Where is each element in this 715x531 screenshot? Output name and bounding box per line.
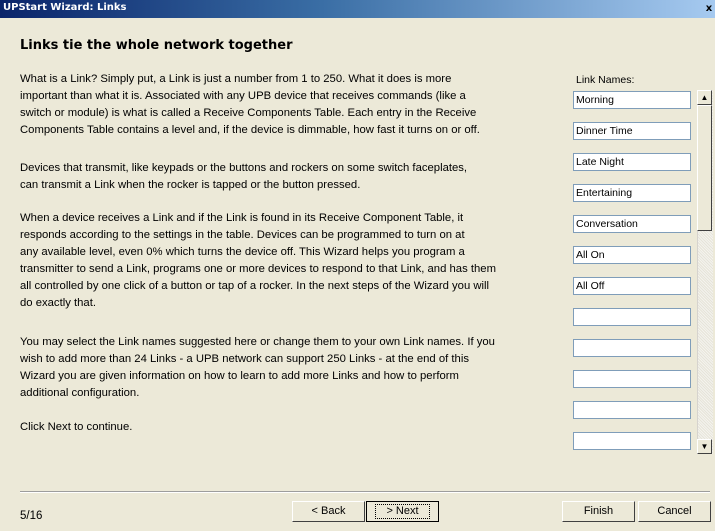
continue-instruction: Click Next to continue. <box>20 421 133 433</box>
finish-button[interactable]: Finish <box>562 501 635 522</box>
link-name-input-7[interactable] <box>573 277 691 295</box>
window-title: UPStart Wizard: Links <box>3 2 127 13</box>
link-name-input-11[interactable] <box>573 401 691 419</box>
link-name-input-10[interactable] <box>573 370 691 388</box>
title-bar: UPStart Wizard: Links x <box>0 0 715 18</box>
next-button-label: > Next <box>375 504 430 519</box>
scrollbar-thumb[interactable] <box>697 105 712 231</box>
link-names-paragraph: You may select the Link names suggested … <box>20 336 495 399</box>
scroll-down-icon[interactable]: ▼ <box>697 439 712 454</box>
transmit-paragraph: Devices that transmit, like keypads or t… <box>20 162 468 191</box>
link-name-input-6[interactable] <box>573 246 691 264</box>
link-name-input-3[interactable] <box>573 153 691 171</box>
page-title: Links tie the whole network together <box>20 38 293 53</box>
next-button[interactable]: > Next <box>366 501 439 522</box>
step-indicator: 5/16 <box>20 510 43 522</box>
scroll-up-icon[interactable]: ▲ <box>697 90 712 105</box>
link-name-input-8[interactable] <box>573 308 691 326</box>
link-name-input-12[interactable] <box>573 432 691 450</box>
back-button[interactable]: < Back <box>292 501 365 522</box>
footer-separator <box>20 491 710 493</box>
link-name-input-9[interactable] <box>573 339 691 357</box>
link-names-label: Link Names: <box>576 74 635 86</box>
receive-paragraph: When a device receives a Link and if the… <box>20 212 496 309</box>
intro-paragraph: What is a Link? Simply put, a Link is ju… <box>20 73 480 136</box>
link-name-input-2[interactable] <box>573 122 691 140</box>
cancel-button[interactable]: Cancel <box>638 501 711 522</box>
link-name-input-4[interactable] <box>573 184 691 202</box>
close-icon[interactable]: x <box>703 2 715 15</box>
link-name-input-1[interactable] <box>573 91 691 109</box>
link-name-input-5[interactable] <box>573 215 691 233</box>
